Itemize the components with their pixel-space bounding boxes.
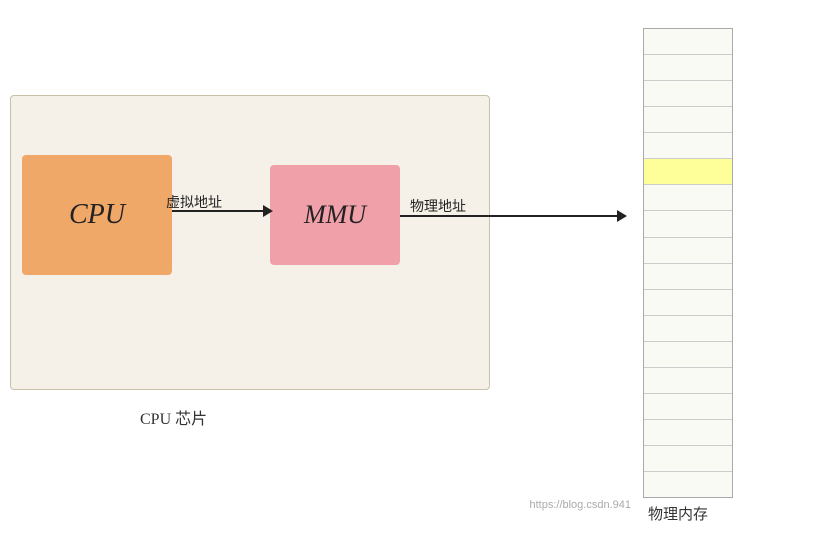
memory-row [644, 446, 732, 472]
memory-row [644, 264, 732, 290]
memory-row [644, 133, 732, 159]
memory-row [644, 211, 732, 237]
physical-address-arrow-line [400, 215, 620, 217]
virtual-address-label: 虚拟地址 [166, 192, 222, 212]
mmu-box: MMU [270, 165, 400, 265]
memory-row [644, 185, 732, 211]
physical-memory-label: 物理内存 [648, 503, 708, 524]
memory-row [644, 472, 732, 497]
memory-row [644, 316, 732, 342]
memory-row [644, 342, 732, 368]
memory-row [644, 29, 732, 55]
virtual-address-arrow-line [172, 210, 267, 212]
memory-row [644, 290, 732, 316]
memory-row [644, 420, 732, 446]
virtual-address-arrow-head [263, 205, 273, 217]
mmu-label: MMU [304, 200, 366, 230]
cpu-box: CPU [22, 155, 172, 275]
physical-address-arrow-head [617, 210, 627, 222]
memory-row [644, 55, 732, 81]
memory-row [644, 81, 732, 107]
physical-address-label: 物理地址 [410, 196, 466, 216]
memory-row [644, 107, 732, 133]
memory-row [644, 159, 732, 185]
physical-memory [643, 28, 733, 498]
cpu-label: CPU [69, 199, 125, 231]
main-container: CPU MMU 虚拟地址 物理地址 CPU 芯片 物理内存 https://bl… [0, 0, 831, 539]
memory-row [644, 394, 732, 420]
memory-row [644, 238, 732, 264]
memory-row [644, 368, 732, 394]
cpu-chip-label: CPU 芯片 [140, 405, 207, 429]
watermark: https://blog.csdn.941 [529, 499, 631, 511]
